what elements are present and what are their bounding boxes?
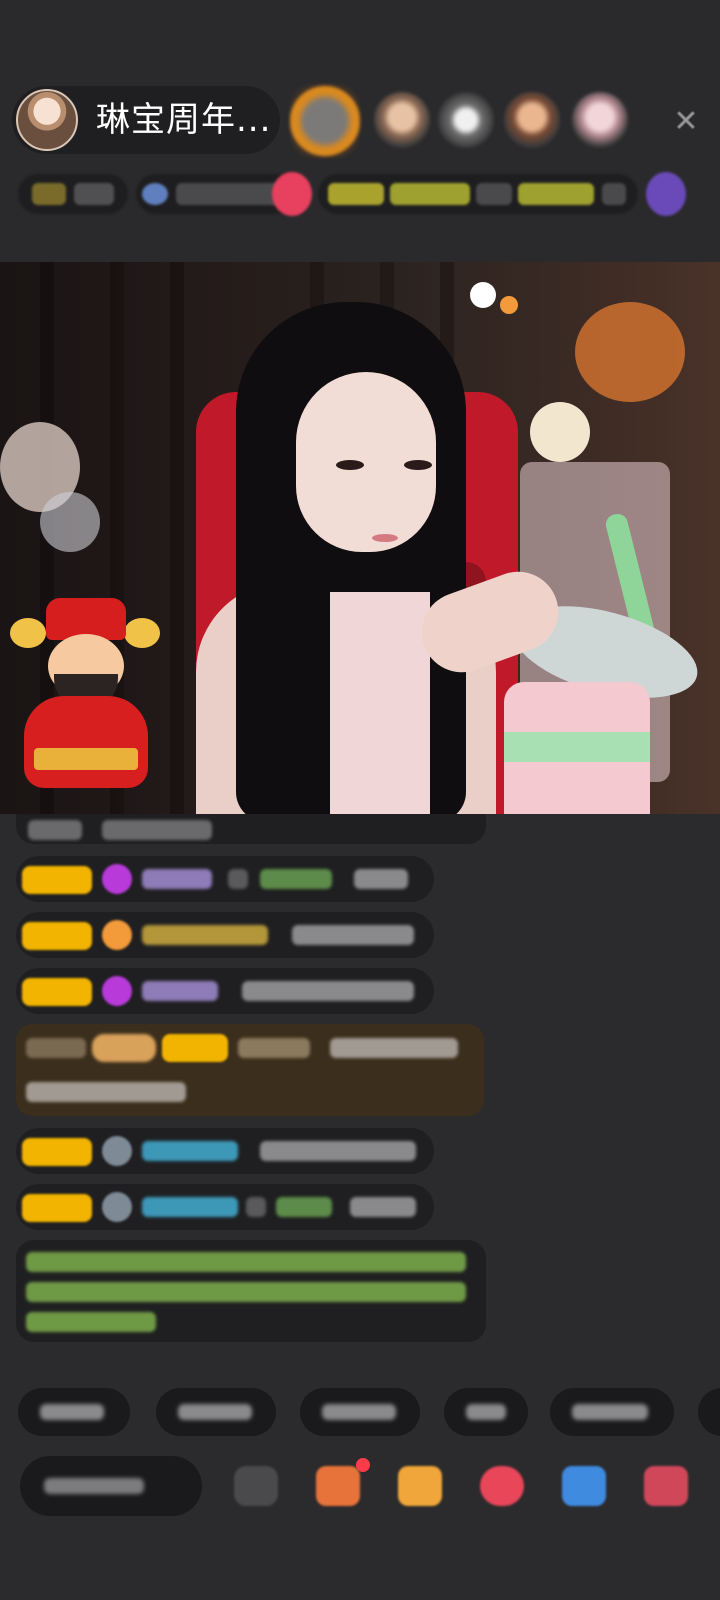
viewer-avatar[interactable]	[572, 92, 628, 148]
streamer-info-pill[interactable]: 琳宝周年...	[12, 86, 280, 154]
streamer-name[interactable]: 琳宝周年...	[96, 100, 271, 140]
quick-reply-button[interactable]	[550, 1388, 674, 1436]
chat-message[interactable]	[16, 856, 434, 902]
bottom-toolbar	[0, 1452, 720, 1522]
chat-message[interactable]	[16, 1128, 434, 1174]
chat-list[interactable]	[0, 814, 720, 1364]
lucky-bag-icon[interactable]	[480, 1466, 524, 1506]
viewer-avatar[interactable]	[504, 92, 560, 148]
streamer-avatar[interactable]	[16, 89, 78, 151]
emoji-icon[interactable]	[234, 1466, 278, 1506]
chat-message[interactable]	[16, 968, 434, 1014]
notification-dot	[356, 1458, 370, 1472]
event-banner-chip[interactable]	[318, 174, 638, 214]
rank-chip[interactable]	[18, 174, 128, 214]
rank-info-bar	[18, 168, 702, 220]
fortune-god-sticker[interactable]	[6, 598, 160, 798]
game-icon[interactable]	[562, 1466, 606, 1506]
quick-reply-button[interactable]	[18, 1388, 130, 1436]
chat-message[interactable]	[16, 814, 486, 844]
chat-message-highlight[interactable]	[16, 1024, 484, 1116]
gift-box-icon[interactable]	[316, 1466, 360, 1506]
quick-reply-button[interactable]	[698, 1388, 720, 1436]
viewer-avatar[interactable]	[374, 92, 430, 148]
live-room-header: 琳宝周年... ✕	[0, 0, 720, 262]
system-notice	[16, 1240, 486, 1342]
quick-reply-bar	[18, 1388, 720, 1440]
quick-reply-button[interactable]	[300, 1388, 420, 1436]
quick-reply-button[interactable]	[156, 1388, 276, 1436]
fan-badge-icon[interactable]	[398, 1466, 442, 1506]
chat-message[interactable]	[16, 912, 434, 958]
viewer-avatar[interactable]	[290, 84, 360, 158]
quick-reply-button[interactable]	[444, 1388, 528, 1436]
more-icon[interactable]	[646, 172, 686, 216]
heart-icon[interactable]	[272, 172, 312, 216]
viewer-avatar[interactable]	[438, 92, 494, 148]
more-gift-icon[interactable]	[644, 1466, 688, 1506]
top-viewers-list[interactable]	[290, 84, 660, 160]
chat-input[interactable]	[20, 1456, 202, 1516]
chat-message[interactable]	[16, 1184, 434, 1230]
close-icon[interactable]: ✕	[668, 104, 704, 140]
